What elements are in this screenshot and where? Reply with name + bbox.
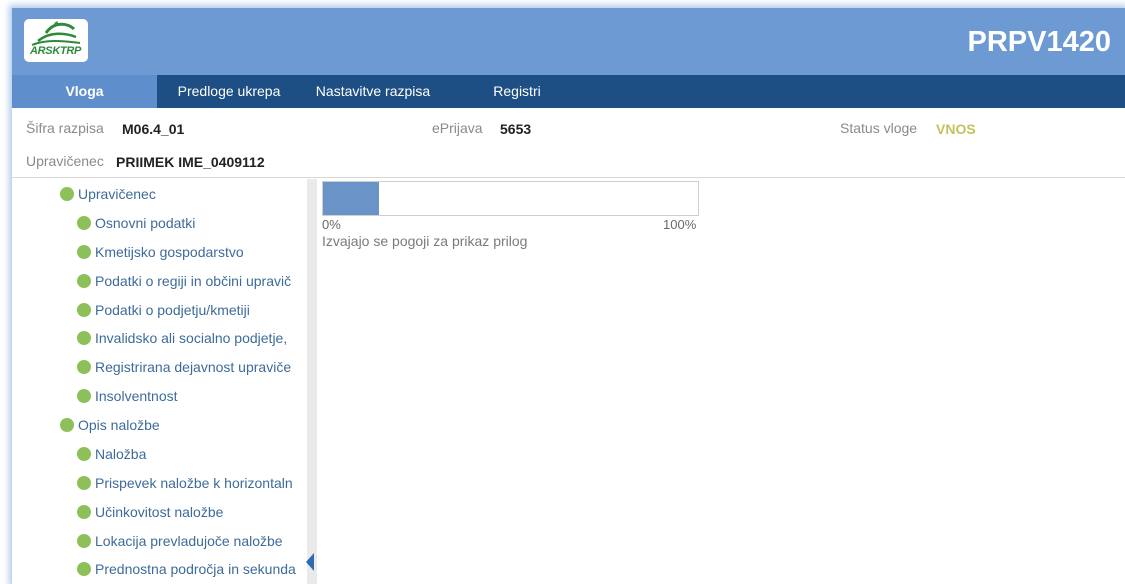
status-dot-icon (77, 476, 91, 490)
tree-item-lokacija-nalozbe[interactable]: Lokacija prevladujoče naložbe (77, 530, 283, 552)
app-header: ARSKTRP PRPV1420 (12, 8, 1125, 75)
status-dot-icon (60, 187, 74, 201)
progress-status-message: Izvajajo se pogoji za prikaz prilog (322, 233, 528, 249)
sifra-razpisa-value: M06.4_01 (122, 121, 185, 137)
application-info-panel: Šifra razpisa M06.4_01 ePrijava 5653 Sta… (12, 108, 1125, 178)
tree-item-osnovni-podatki[interactable]: Osnovni podatki (77, 212, 195, 234)
tree-item-invalidsko-podjetje[interactable]: Invalidsko ali socialno podjetje, (77, 327, 287, 349)
tree-item-label: Kmetijsko gospodarstvo (95, 244, 244, 260)
sidebar-scrollbar[interactable] (307, 179, 317, 584)
nav-tab-predloge-ukrepa[interactable]: Predloge ukrepa (157, 75, 301, 108)
tree-item-label: Lokacija prevladujoče naložbe (95, 533, 283, 549)
tree-item-insolventnost[interactable]: Insolventnost (77, 385, 178, 407)
tree-item-nalozba[interactable]: Naložba (77, 443, 146, 465)
attachments-progress-bar (322, 181, 699, 216)
tree-item-label: Invalidsko ali socialno podjetje, (95, 330, 288, 346)
tree-item-label: Prednostna področja in sekunda (95, 561, 296, 577)
tree-item-prednostna-podrocja[interactable]: Prednostna področja in sekunda (77, 558, 296, 580)
tree-item-podatki-o-podjetju[interactable]: Podatki o podjetju/kmetiji (77, 299, 250, 321)
app-code-title: PRPV1420 (967, 26, 1112, 58)
tree-item-label: Opis naložbe (78, 417, 160, 433)
status-dot-icon (77, 216, 91, 230)
status-vloge-label: Status vloge (840, 120, 918, 136)
eprijava-label: ePrijava (432, 120, 483, 136)
status-badge: VNOS (936, 121, 976, 137)
status-dot-icon (77, 274, 91, 288)
tree-item-label: Prispevek naložbe k horizontaln (95, 475, 293, 491)
nav-tab-vloga[interactable]: Vloga (12, 75, 157, 108)
tree-item-registrirana-dejavnost[interactable]: Registrirana dejavnost upraviče (77, 356, 291, 378)
progress-min-label: 0% (322, 217, 341, 232)
sidebar-tree: Upravičenec Osnovni podatki Kmetijsko go… (12, 179, 307, 584)
status-dot-icon (77, 505, 91, 519)
status-dot-icon (60, 418, 74, 432)
tree-item-label: Registrirana dejavnost upraviče (95, 359, 292, 375)
status-dot-icon (77, 447, 91, 461)
tree-item-label: Upravičenec (78, 186, 156, 202)
status-dot-icon (77, 389, 91, 403)
tree-item-label: Podatki o podjetju/kmetiji (95, 302, 250, 318)
tree-item-label: Osnovni podatki (95, 215, 196, 231)
progress-bar-fill (323, 182, 380, 215)
tree-item-label: Podatki o regiji in občini upravič (95, 273, 292, 289)
status-dot-icon (77, 303, 91, 317)
tree-item-label: Naložba (95, 446, 147, 462)
tree-item-upravicenec[interactable]: Upravičenec (60, 183, 156, 205)
nav-tab-registri[interactable]: Registri (445, 75, 589, 108)
status-dot-icon (77, 245, 91, 259)
status-dot-icon (77, 534, 91, 548)
eprijava-value: 5653 (500, 121, 532, 137)
tree-item-prispevek-nalozbe[interactable]: Prispevek naložbe k horizontaln (77, 472, 293, 494)
arsktrp-logo[interactable]: ARSKTRP (24, 19, 88, 62)
status-dot-icon (77, 360, 91, 374)
status-dot-icon (77, 562, 91, 576)
app-window: ARSKTRP PRPV1420 Vloga Predloge ukrepa N… (12, 8, 1125, 584)
tree-item-podatki-o-regiji[interactable]: Podatki o regiji in občini upravič (77, 270, 291, 292)
tree-item-label: Insolventnost (95, 388, 178, 404)
sifra-razpisa-label: Šifra razpisa (26, 120, 104, 136)
tree-item-opis-nalozbe[interactable]: Opis naložbe (60, 414, 160, 436)
logo-text: ARSKTRP (30, 45, 82, 57)
upravicenec-label: Upravičenec (26, 153, 104, 169)
progress-max-label: 100% (663, 217, 697, 232)
main-nav: Vloga Predloge ukrepa Nastavitve razpisa… (12, 75, 1125, 108)
status-dot-icon (77, 331, 91, 345)
tree-item-kmetijsko-gospodarstvo[interactable]: Kmetijsko gospodarstvo (77, 241, 244, 263)
upravicenec-value: PRIIMEK IME_0409112 (116, 154, 265, 170)
tree-item-label: Učinkovitost naložbe (95, 504, 224, 520)
collapse-sidebar-icon[interactable] (305, 552, 315, 572)
nav-tab-nastavitve-razpisa[interactable]: Nastavitve razpisa (301, 75, 445, 108)
tree-item-ucinkovitost-nalozbe[interactable]: Učinkovitost naložbe (77, 501, 223, 523)
